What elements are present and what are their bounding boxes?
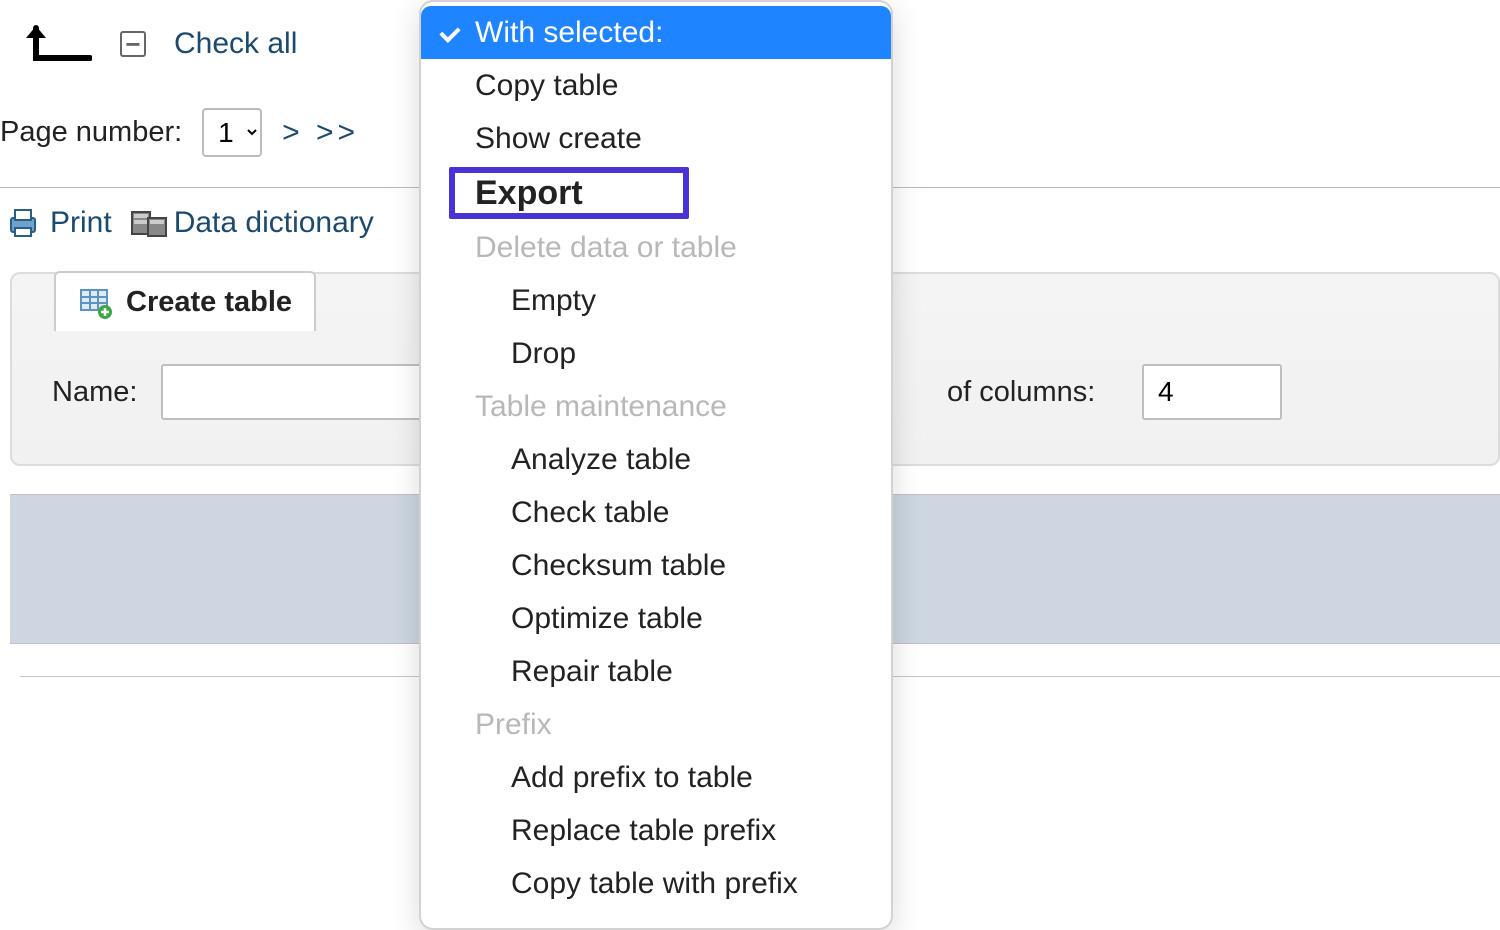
data-dictionary-icon [130, 206, 164, 240]
page-number-label: Page number: [0, 116, 182, 149]
create-table-icon [78, 285, 112, 319]
data-dictionary-label: Data dictionary [174, 206, 374, 240]
columns-label: of columns: [947, 376, 1095, 409]
table-name-input[interactable] [161, 364, 461, 420]
name-label: Name: [52, 376, 137, 409]
dropdown-selected-header[interactable]: With selected: [421, 6, 891, 59]
check-all-link[interactable]: Check all [174, 27, 297, 61]
columns-count-input[interactable] [1142, 364, 1282, 420]
dropdown-item-show-create[interactable]: Show create [421, 112, 891, 165]
uncheck-all-checkbox[interactable]: − [120, 31, 146, 57]
dropdown-item-export[interactable]: Export [449, 167, 689, 219]
dropdown-item-repair[interactable]: Repair table [421, 645, 891, 698]
printer-icon [6, 206, 40, 240]
dropdown-group-prefix: Prefix [421, 698, 891, 751]
dropdown-item-replace-prefix[interactable]: Replace table prefix [421, 804, 891, 857]
print-label: Print [50, 206, 112, 240]
dropdown-item-empty[interactable]: Empty [421, 274, 891, 327]
dropdown-item-optimize[interactable]: Optimize table [421, 592, 891, 645]
dropdown-group-delete: Delete data or table [421, 221, 891, 274]
select-up-arrow-icon [20, 22, 92, 66]
data-dictionary-link[interactable]: Data dictionary [130, 206, 374, 240]
dropdown-item-analyze[interactable]: Analyze table [421, 433, 891, 486]
dropdown-item-drop[interactable]: Drop [421, 327, 891, 380]
dropdown-item-add-prefix[interactable]: Add prefix to table [421, 751, 891, 804]
dropdown-item-check[interactable]: Check table [421, 486, 891, 539]
create-table-tab[interactable]: Create table [54, 271, 316, 331]
dropdown-group-maintenance: Table maintenance [421, 380, 891, 433]
dropdown-item-copy-prefix[interactable]: Copy table with prefix [421, 857, 891, 910]
with-selected-dropdown[interactable]: With selected: Copy table Show create Ex… [419, 0, 893, 930]
dropdown-item-checksum[interactable]: Checksum table [421, 539, 891, 592]
dropdown-item-copy-table[interactable]: Copy table [421, 59, 891, 112]
print-link[interactable]: Print [6, 206, 112, 240]
page-next-links[interactable]: > >> [282, 116, 359, 150]
create-table-tab-label: Create table [126, 286, 292, 319]
page-number-select[interactable]: 1 [202, 108, 262, 157]
